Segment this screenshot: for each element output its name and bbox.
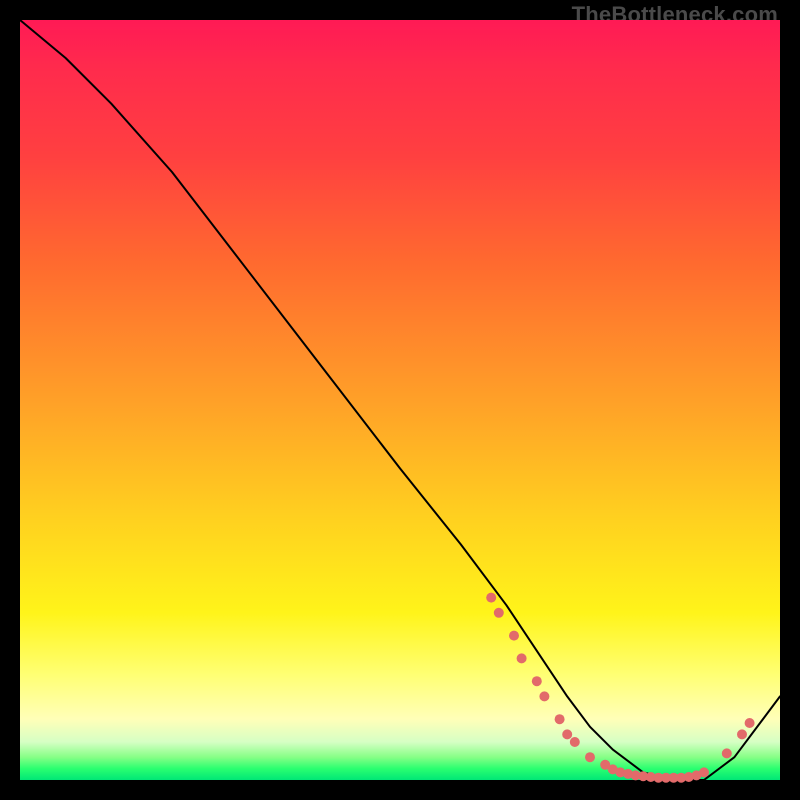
- marker-dot: [737, 729, 747, 739]
- marker-dot: [562, 729, 572, 739]
- marker-dot: [722, 748, 732, 758]
- marker-dot: [745, 718, 755, 728]
- marker-dot: [555, 714, 565, 724]
- plot-area: [20, 20, 780, 780]
- marker-dot: [585, 752, 595, 762]
- bottleneck-curve: [20, 20, 780, 780]
- marker-dot: [517, 653, 527, 663]
- marker-dot: [570, 737, 580, 747]
- chart-frame: TheBottleneck.com: [0, 0, 800, 800]
- marker-dot: [486, 593, 496, 603]
- curve-svg: [20, 20, 780, 780]
- marker-dot: [532, 676, 542, 686]
- marker-dot: [699, 767, 709, 777]
- marker-dot: [539, 691, 549, 701]
- marker-dot: [509, 631, 519, 641]
- marker-dot: [494, 608, 504, 618]
